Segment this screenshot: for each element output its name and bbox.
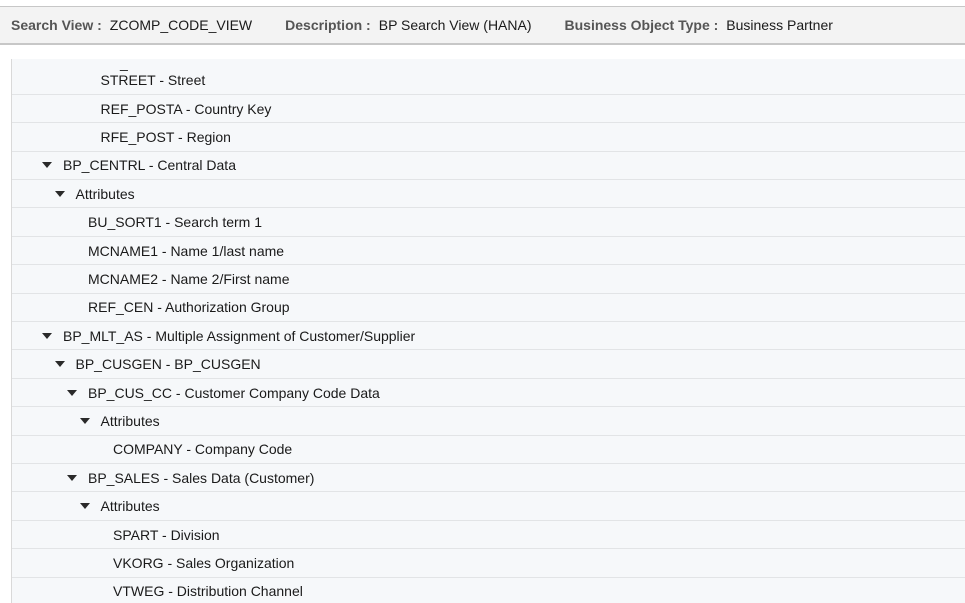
tree-node-label: BP_CUS_CC - Customer Company Code Data bbox=[88, 384, 380, 401]
tree-node-label: STREET - Street bbox=[100, 72, 206, 89]
tree-node-label: BP_MLT_AS - Multiple Assignment of Custo… bbox=[63, 327, 416, 344]
expand-arrow-icon[interactable] bbox=[54, 361, 65, 368]
expand-arrow-icon[interactable] bbox=[54, 190, 65, 197]
expand-arrow-icon[interactable] bbox=[79, 417, 90, 424]
tree-node-label: MCNAME1 - Name 1/last name bbox=[88, 242, 285, 259]
search-view-header: Search View : ZCOMP_CODE_VIEW Descriptio… bbox=[0, 7, 965, 45]
tree-node-label: REF_CEN - Authorization Group bbox=[88, 299, 290, 316]
description-label: Description : bbox=[285, 17, 371, 33]
tree-node-label: COMPANY - Company Code bbox=[113, 441, 293, 458]
tree-node-label: VKORG - Sales Organization bbox=[113, 554, 295, 571]
tree-node-leaf[interactable]: MCNAME1 - Name 1/last name bbox=[12, 237, 965, 266]
business-object-type-value: Business Partner bbox=[726, 17, 833, 33]
tree-node-leaf[interactable]: BU_SORT1 - Search term 1 bbox=[12, 209, 965, 237]
tree-node-label: BU_SORT1 - Search term 1 bbox=[88, 214, 263, 231]
expand-arrow-icon[interactable] bbox=[67, 474, 77, 481]
tree-node-expandable[interactable]: BP_CENTRL - Central Data bbox=[12, 152, 965, 181]
tree-node-expandable[interactable]: Attributes bbox=[12, 493, 965, 521]
tree-node-leaf[interactable]: MCNAME2 - Name 2/First name bbox=[12, 265, 965, 294]
tree-node-leaf[interactable]: RFE_POST - Region bbox=[12, 123, 965, 152]
tree-node-label: RFE_POST - Region bbox=[100, 128, 231, 145]
description-field: Description : BP Search View (HANA) bbox=[285, 17, 531, 33]
tree-node-label: BP_CUSGEN - BP_CUSGEN bbox=[75, 356, 261, 373]
tree-node-label: Attributes bbox=[100, 412, 160, 429]
tree-node-label: Attributes bbox=[100, 498, 160, 515]
expand-arrow-icon[interactable] bbox=[42, 162, 52, 169]
expand-arrow-icon[interactable] bbox=[67, 389, 77, 396]
tree-node-expandable[interactable]: BP_CUS_CC - Customer Company Code Data bbox=[12, 379, 965, 408]
search-view-field: Search View : ZCOMP_CODE_VIEW bbox=[11, 17, 252, 33]
tree-node-leaf[interactable]: COMPANY - Company Code bbox=[12, 436, 965, 465]
tree-node-leaf[interactable]: REF_POSTA - Country Key bbox=[12, 95, 965, 124]
tree-node-label: SPART - Division bbox=[113, 526, 220, 543]
tree-node-label: Attributes bbox=[75, 185, 135, 202]
tree-node-expandable[interactable]: BP_MLT_AS - Multiple Assignment of Custo… bbox=[12, 322, 965, 351]
tree-node-label: MCNAME2 - Name 2/First name bbox=[88, 270, 290, 287]
expand-arrow-icon[interactable] bbox=[79, 503, 90, 510]
tree-node-leaf[interactable]: SPART - Division bbox=[12, 521, 965, 550]
search-view-label: Search View : bbox=[11, 17, 102, 33]
tree-node-leaf[interactable]: VTWEG - Distribution Channel bbox=[12, 578, 965, 603]
description-value: BP Search View (HANA) bbox=[378, 17, 532, 33]
business-object-type-label: Business Object Type : bbox=[564, 17, 719, 33]
tree-node-expandable[interactable]: Attributes bbox=[12, 180, 965, 209]
tree-node-leaf[interactable]: REF_CEN - Authorization Group bbox=[12, 294, 965, 323]
tree-node-leaf[interactable]: VKORG - Sales Organization bbox=[12, 549, 965, 578]
tree-node-expandable[interactable]: BP_CUSGEN - BP_CUSGEN bbox=[12, 351, 965, 379]
tree-node-label: BP_CENTRL - Central Data bbox=[63, 157, 236, 174]
business-object-type-field: Business Object Type : Business Partner bbox=[565, 17, 833, 33]
expand-arrow-icon[interactable] bbox=[42, 332, 52, 339]
tree-node-label: REF_POSTA - Country Key bbox=[100, 100, 272, 117]
tree-node-label: BP_SALES - Sales Data (Customer) bbox=[88, 469, 315, 486]
tree-node-label: VTWEG - Distribution Channel bbox=[113, 583, 303, 600]
top-border bbox=[0, 0, 965, 7]
tree-node-expandable[interactable]: Attributes bbox=[12, 407, 965, 436]
tree-node-expandable[interactable]: BP_SALES - Sales Data (Customer) bbox=[12, 464, 965, 493]
tree-node-leaf[interactable]: STREET - Street bbox=[12, 67, 965, 95]
search-view-tree: _ STREET - Street REF_POSTA - Country Key… bbox=[11, 59, 965, 603]
search-view-value: ZCOMP_CODE_VIEW bbox=[109, 17, 253, 33]
